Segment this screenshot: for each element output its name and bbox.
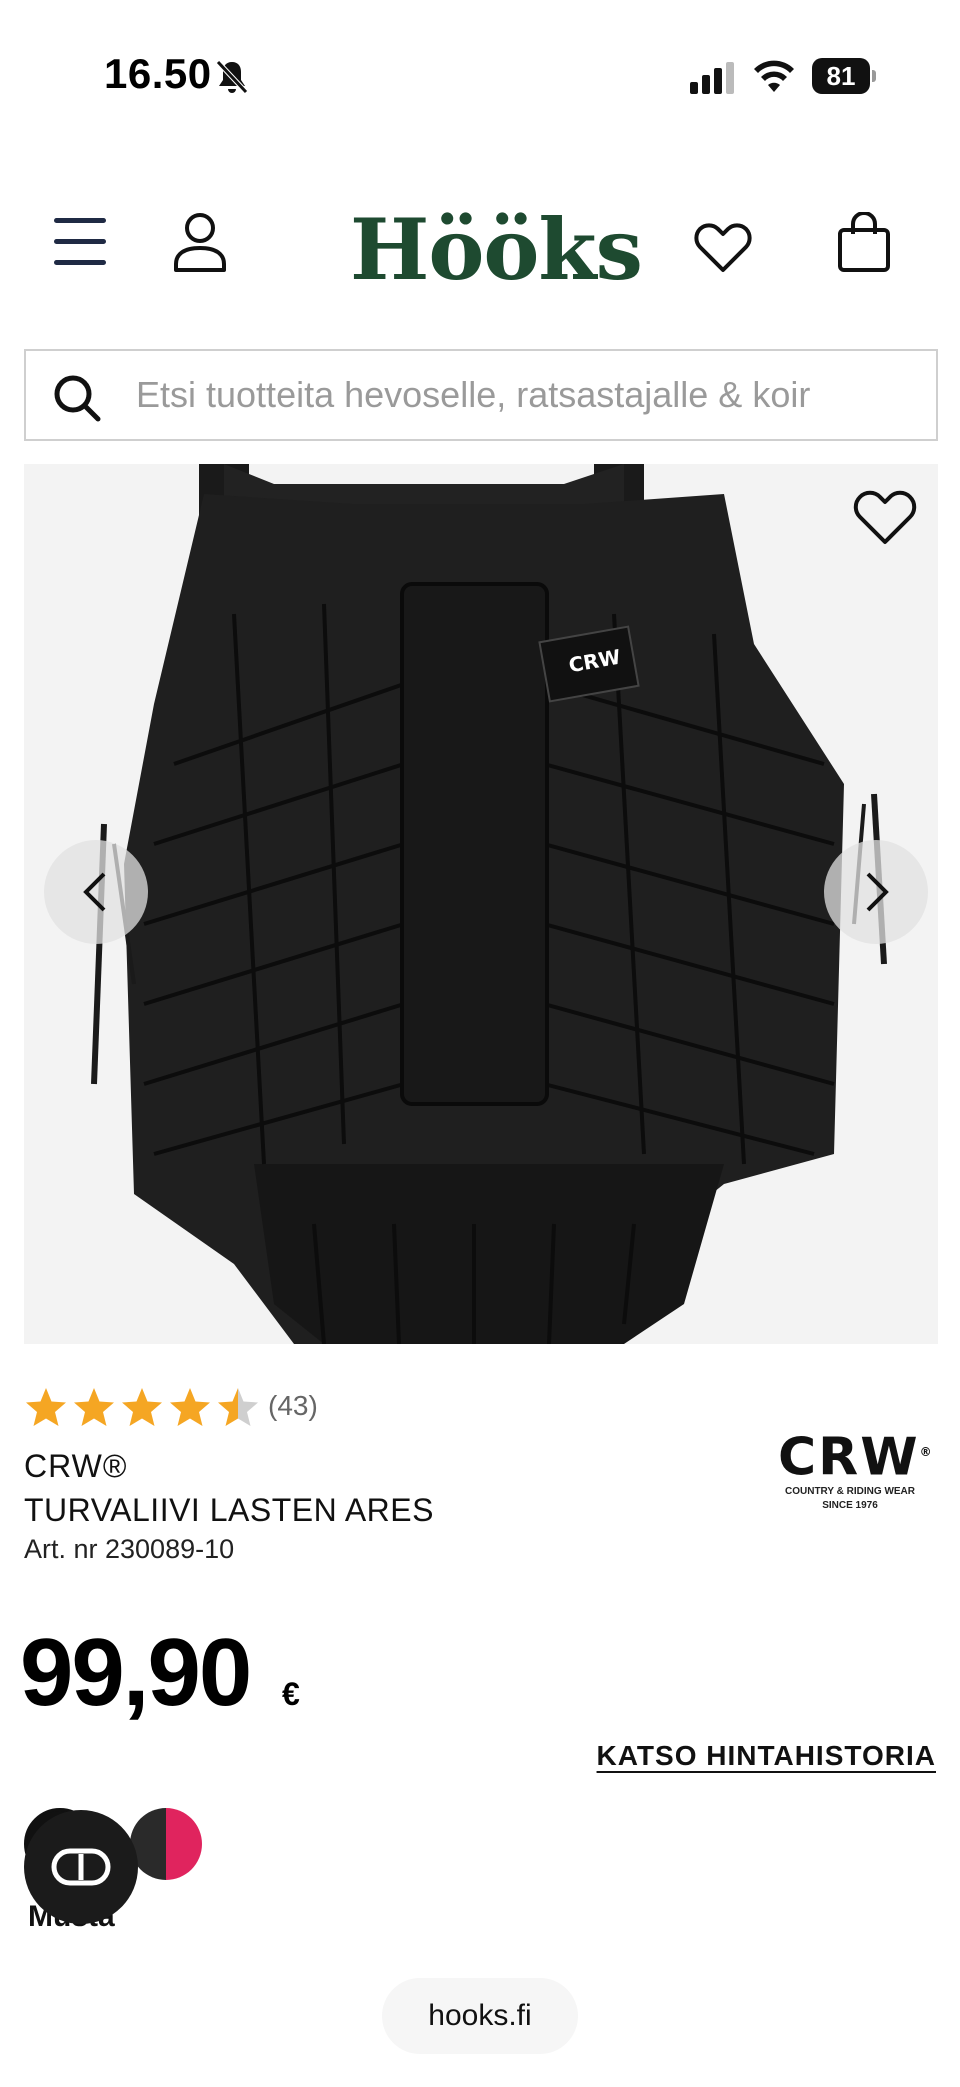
browser-url-bar[interactable]: hooks.fi	[382, 1978, 578, 2054]
star-rating-icon	[26, 1388, 258, 1426]
brand-logo-tagline: COUNTRY & RIDING WEAR	[785, 1486, 915, 1498]
brand-logo-text: CRW	[778, 1427, 920, 1488]
search-icon[interactable]	[52, 373, 102, 423]
brand-logo-since: SINCE 1976	[822, 1500, 878, 1512]
chevron-left-icon	[83, 872, 106, 912]
article-number: Art. nr 230089-10	[24, 1534, 235, 1564]
next-image-button[interactable]	[824, 840, 928, 944]
safety-vest-image: CRW	[91, 464, 887, 1344]
site-header: Hööks	[0, 190, 960, 310]
wifi-icon	[754, 60, 794, 92]
chevron-right-icon	[866, 872, 889, 912]
product-price: 99,90	[20, 1619, 252, 1726]
battery-cap	[872, 70, 876, 82]
product-image[interactable]: CRW	[24, 464, 938, 1344]
battery-icon: 81	[812, 58, 876, 94]
brand-name[interactable]: CRW®	[24, 1448, 127, 1485]
search-bar[interactable]	[24, 349, 938, 441]
battery-level: 81	[812, 58, 870, 94]
loop-chat-button[interactable]	[24, 1810, 138, 1924]
loop-icon	[51, 1848, 111, 1886]
status-time: 16.50	[104, 50, 212, 97]
price-history-link[interactable]: KATSO HINTAHISTORIA	[597, 1740, 936, 1772]
menu-icon[interactable]	[54, 218, 110, 268]
status-bar: 16.50 81	[0, 0, 960, 140]
account-icon[interactable]	[170, 210, 230, 274]
shopping-bag-icon[interactable]	[836, 212, 892, 274]
site-logo[interactable]: Hööks	[350, 200, 643, 299]
rating-count[interactable]: (43)	[268, 1390, 318, 1422]
search-input[interactable]	[136, 365, 926, 425]
mute-bell-icon	[216, 60, 248, 94]
brand-logo-registered: ®	[919, 1445, 934, 1459]
favorite-heart-icon[interactable]	[850, 484, 920, 548]
product-title: TURVALIIVI LASTEN ARES	[24, 1492, 434, 1528]
previous-image-button[interactable]	[44, 840, 148, 944]
signal-icon	[690, 62, 734, 94]
color-swatch-pink[interactable]	[130, 1808, 202, 1880]
heart-icon[interactable]	[692, 218, 754, 274]
brand-logo[interactable]: CRW® COUNTRY & RIDING WEAR SINCE 1976	[778, 1424, 932, 1514]
price-currency: €	[282, 1676, 300, 1712]
